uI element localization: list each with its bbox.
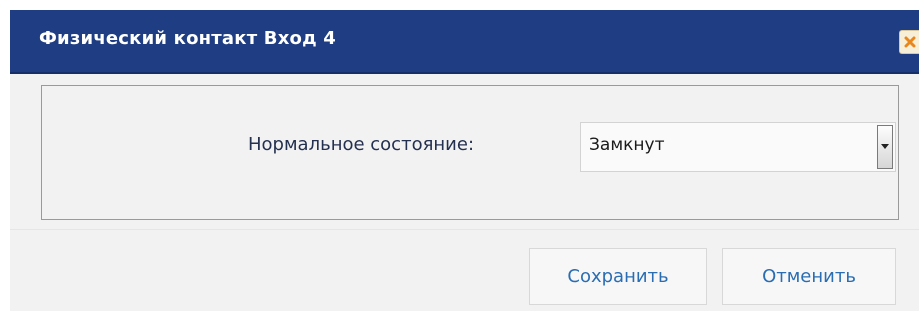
dialog: Физический контакт Вход 4 Нормальное сос…: [10, 10, 919, 311]
close-icon: [904, 36, 915, 48]
normal-state-select[interactable]: Замкнут: [580, 122, 896, 172]
normal-state-label: Нормальное состояние:: [248, 134, 475, 155]
dialog-titlebar: Физический контакт Вход 4: [10, 10, 919, 74]
dropdown-arrow-button[interactable]: [877, 125, 893, 169]
close-button[interactable]: [899, 30, 919, 54]
dialog-title: Физический контакт Вход 4: [39, 28, 337, 49]
footer-divider: [10, 229, 919, 230]
cancel-button[interactable]: Отменить: [722, 248, 896, 305]
normal-state-value: Замкнут: [589, 135, 665, 155]
chevron-down-icon: [881, 144, 889, 149]
save-button[interactable]: Сохранить: [529, 248, 707, 305]
settings-panel: Нормальное состояние: Замкнут: [41, 85, 899, 220]
